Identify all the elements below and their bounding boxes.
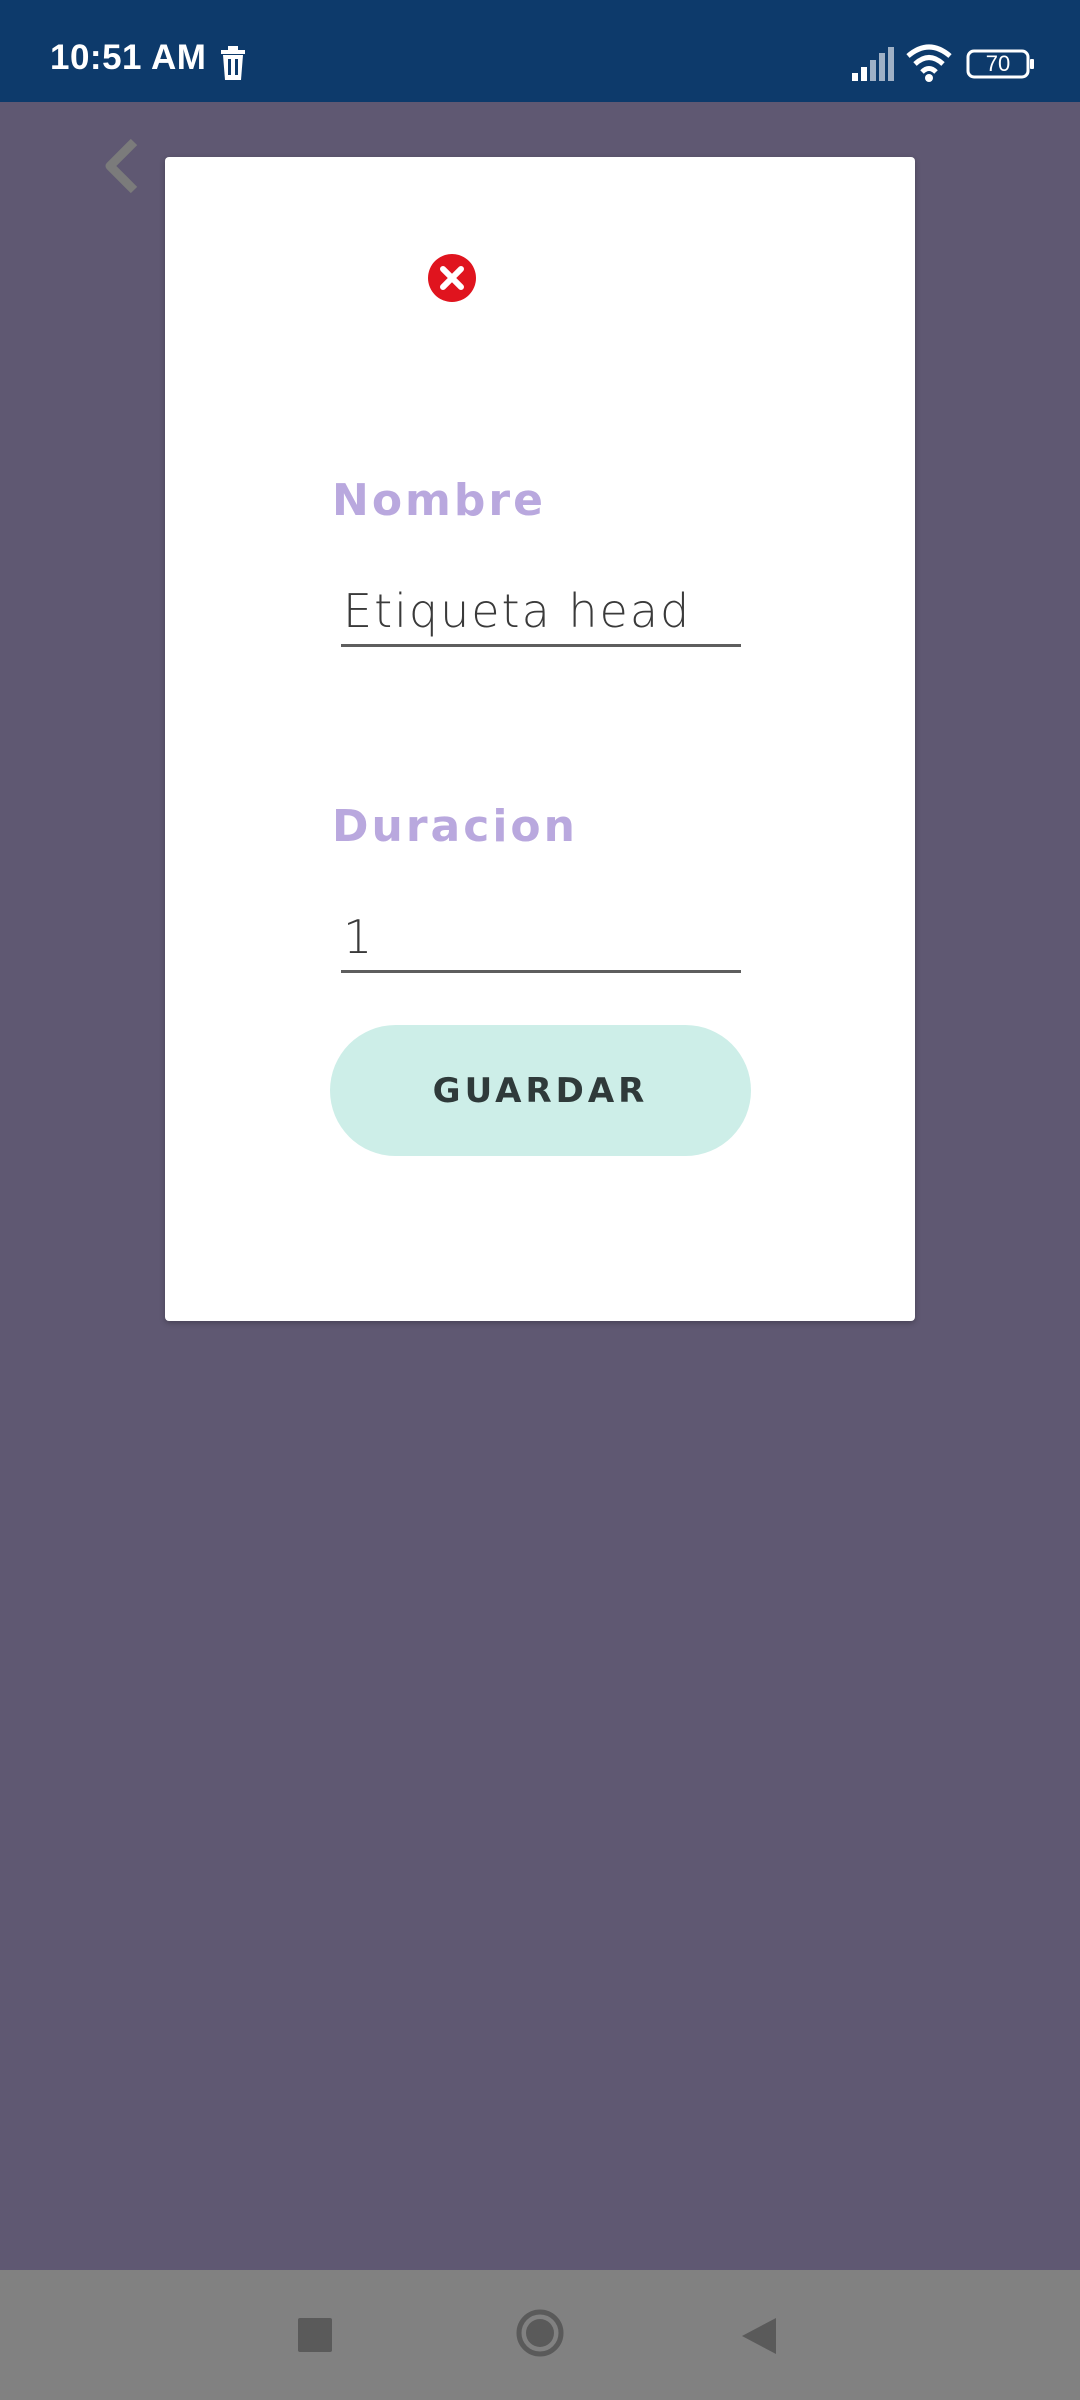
- save-button[interactable]: GUARDAR: [330, 1025, 751, 1156]
- battery-level: 70: [985, 51, 1011, 76]
- edit-tag-dialog: Nombre Duracion GUARDAR: [165, 157, 915, 1321]
- home-icon[interactable]: [515, 2308, 565, 2358]
- duracion-label: Duracion: [332, 801, 578, 852]
- duracion-field[interactable]: [341, 903, 741, 973]
- wifi-icon: [906, 44, 952, 82]
- status-time: 10:51 AM: [50, 38, 207, 77]
- status-bar: 10:51 AM 70: [0, 0, 1080, 102]
- trash-icon: [221, 46, 245, 80]
- chevron-left-icon[interactable]: [100, 138, 144, 194]
- recent-apps-icon[interactable]: [298, 2318, 332, 2352]
- signal-icon: [852, 47, 894, 81]
- nombre-field[interactable]: [341, 577, 741, 647]
- nombre-label: Nombre: [332, 475, 546, 526]
- back-icon[interactable]: [740, 2316, 778, 2356]
- close-icon[interactable]: [427, 253, 477, 303]
